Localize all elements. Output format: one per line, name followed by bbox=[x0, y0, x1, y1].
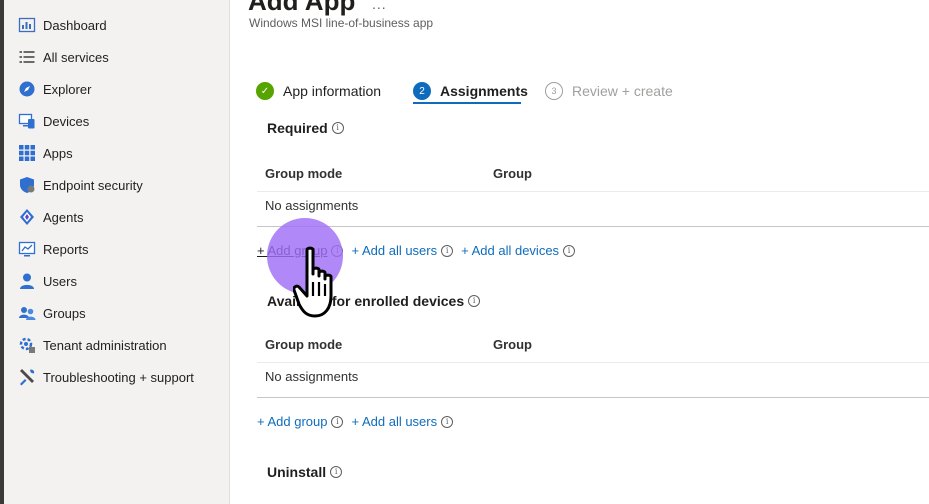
explorer-icon bbox=[18, 80, 36, 98]
sidebar-item-endpoint-security[interactable]: Endpoint security bbox=[18, 173, 143, 197]
check-circle-icon: ✓ bbox=[256, 82, 274, 100]
sidebar-item-label: All services bbox=[43, 49, 109, 65]
required-actions: + Add group i + Add all users i + Add al… bbox=[257, 243, 576, 258]
shield-icon bbox=[18, 176, 36, 194]
section-title-available: Available for enrolled devices i bbox=[267, 293, 481, 309]
column-header-group-mode[interactable]: Group mode bbox=[265, 337, 342, 352]
info-icon[interactable]: i bbox=[331, 122, 344, 134]
info-icon[interactable]: i bbox=[563, 244, 576, 257]
sidebar-item-label: Agents bbox=[43, 209, 84, 225]
sidebar-item-tenant-administration[interactable]: Tenant administration bbox=[18, 333, 167, 357]
available-actions: + Add group i + Add all users i bbox=[257, 414, 454, 429]
section-title-uninstall: Uninstall i bbox=[267, 464, 343, 480]
step-label: Review + create bbox=[572, 83, 673, 99]
page-subtitle: Windows MSI line-of-business app bbox=[249, 16, 434, 30]
info-icon[interactable]: i bbox=[468, 295, 481, 307]
sidebar-nav: Dashboard All services Explorer Devices … bbox=[4, 0, 230, 504]
info-icon[interactable]: i bbox=[331, 415, 344, 428]
table-divider bbox=[257, 397, 929, 398]
step-label: App information bbox=[283, 83, 382, 99]
sidebar-item-label: Apps bbox=[43, 145, 73, 161]
section-title-text: Required bbox=[267, 120, 328, 136]
sidebar-item-label: Groups bbox=[43, 305, 86, 321]
info-icon[interactable]: i bbox=[441, 244, 454, 257]
tab-review-create[interactable]: 3 Review + create bbox=[545, 78, 673, 104]
tab-assignments[interactable]: 2 Assignments bbox=[413, 78, 528, 104]
add-group-link[interactable]: + Add group bbox=[257, 243, 327, 258]
sidebar-item-agents[interactable]: Agents bbox=[18, 205, 83, 229]
section-title-required: Required i bbox=[267, 120, 344, 136]
sidebar-item-label: Tenant administration bbox=[43, 337, 167, 353]
apps-grid-icon bbox=[18, 144, 36, 162]
column-header-group-mode[interactable]: Group mode bbox=[265, 166, 342, 181]
add-all-users-link[interactable]: + Add all users bbox=[351, 414, 437, 429]
wrench-icon bbox=[18, 368, 36, 386]
sidebar-item-reports[interactable]: Reports bbox=[18, 237, 89, 261]
sidebar-item-label: Reports bbox=[43, 241, 89, 257]
add-group-link[interactable]: + Add group bbox=[257, 414, 327, 429]
user-icon bbox=[18, 272, 36, 290]
sidebar-item-label: Endpoint security bbox=[43, 177, 143, 193]
tab-app-information[interactable]: ✓ App information bbox=[256, 78, 381, 104]
sidebar-item-troubleshooting-support[interactable]: Troubleshooting + support bbox=[18, 365, 194, 389]
active-tab-indicator bbox=[413, 102, 521, 104]
column-header-group[interactable]: Group bbox=[493, 166, 532, 181]
info-icon[interactable]: i bbox=[441, 415, 454, 428]
sidebar-item-label: Explorer bbox=[43, 81, 92, 97]
column-header-group[interactable]: Group bbox=[493, 337, 532, 352]
info-icon[interactable]: i bbox=[330, 466, 343, 478]
sidebar-item-groups[interactable]: Groups bbox=[18, 301, 86, 325]
dashboard-icon bbox=[18, 16, 36, 34]
sidebar-item-users[interactable]: Users bbox=[18, 269, 77, 293]
groups-icon bbox=[18, 304, 36, 322]
reports-icon bbox=[18, 240, 36, 258]
info-icon[interactable]: i bbox=[331, 244, 344, 257]
sidebar-item-all-services[interactable]: All services bbox=[18, 45, 109, 69]
sidebar-item-dashboard[interactable]: Dashboard bbox=[18, 13, 107, 37]
add-all-devices-link[interactable]: + Add all devices bbox=[461, 243, 559, 258]
table-divider bbox=[257, 191, 929, 192]
main-content: Add App ... Windows MSI line-of-business… bbox=[230, 0, 929, 504]
step-number-icon: 2 bbox=[413, 82, 431, 100]
list-icon bbox=[18, 48, 36, 66]
page-title: Add App bbox=[248, 0, 356, 16]
sidebar-item-apps[interactable]: Apps bbox=[18, 141, 73, 165]
empty-table-message: No assignments bbox=[265, 198, 359, 213]
add-all-users-link[interactable]: + Add all users bbox=[351, 243, 437, 258]
tenant-admin-icon bbox=[18, 336, 36, 354]
step-number-icon: 3 bbox=[545, 82, 563, 100]
agents-icon bbox=[18, 208, 36, 226]
sidebar-item-label: Troubleshooting + support bbox=[43, 369, 194, 385]
section-title-text: Available for enrolled devices bbox=[267, 293, 465, 309]
table-divider bbox=[257, 362, 929, 363]
devices-icon bbox=[18, 112, 36, 130]
table-divider bbox=[257, 226, 929, 227]
sidebar-item-devices[interactable]: Devices bbox=[18, 109, 89, 133]
sidebar-item-label: Dashboard bbox=[43, 17, 107, 33]
step-label: Assignments bbox=[440, 83, 528, 99]
sidebar-item-label: Devices bbox=[43, 113, 90, 129]
sidebar-item-label: Users bbox=[43, 273, 77, 289]
section-title-text: Uninstall bbox=[267, 464, 327, 480]
more-options-icon[interactable]: ... bbox=[372, 0, 387, 12]
empty-table-message: No assignments bbox=[265, 369, 359, 384]
sidebar-item-explorer[interactable]: Explorer bbox=[18, 77, 91, 101]
